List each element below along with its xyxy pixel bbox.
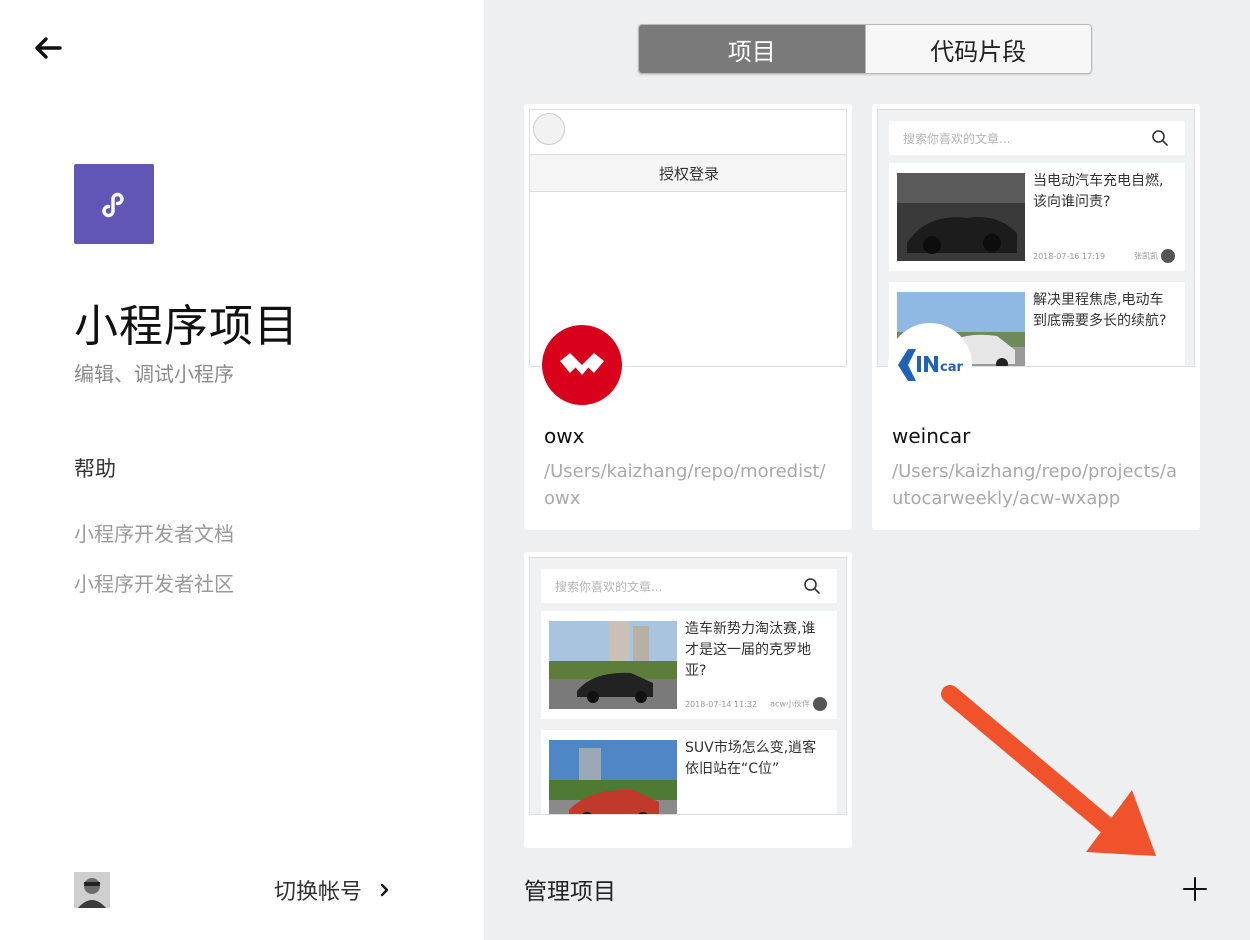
- back-arrow-icon[interactable]: [32, 34, 64, 62]
- project-name: weincar: [892, 424, 971, 448]
- preview-search-placeholder: 搜索你喜欢的文章...: [903, 131, 1011, 146]
- article-meta: 2018-07-14 11:32 acw小伙伴: [685, 697, 827, 711]
- article-title: 造车新势力淘汰赛,谁才是这一届的克罗地亚?: [685, 621, 816, 679]
- mini-program-logo-icon: [74, 164, 154, 244]
- right-panel: 项目 代码片段 授权登录 owx /Users/kaizhang/repo/mo…: [484, 0, 1250, 940]
- owx-logo-icon: [540, 323, 624, 407]
- author-avatar: [1161, 249, 1175, 263]
- article-title: 解决里程焦虑,电动车到底需要多长的续航?: [1033, 292, 1167, 329]
- segmented-control: 项目 代码片段: [638, 24, 1092, 74]
- author-avatar: [813, 697, 827, 711]
- article-date: 2018-07-16 17:19: [1033, 251, 1106, 261]
- preview-search-placeholder: 搜索你喜欢的文章...: [555, 579, 663, 594]
- preview-search-bar: 搜索你喜欢的文章...: [541, 569, 837, 603]
- search-icon: [1152, 130, 1168, 146]
- switch-account-label: 切换帐号: [274, 880, 363, 905]
- project-preview: 搜索你喜欢的文章... 造车新势力淘汰赛,谁才是这一届的克罗地亚? 2018-0…: [529, 557, 847, 815]
- article-date: 2018-07-14 11:32: [685, 699, 758, 709]
- developer-community-link[interactable]: 小程序开发者社区: [74, 568, 234, 597]
- tab-projects[interactable]: 项目: [639, 25, 865, 73]
- project-path: /Users/kaizhang/repo/projects/autocarwee…: [892, 461, 1177, 509]
- page-title: 小程序项目: [74, 301, 299, 352]
- article-title: SUV市场怎么变,逍客依旧站在“C位”: [685, 740, 817, 777]
- search-icon: [804, 578, 820, 594]
- article-thumbnail: [897, 173, 1025, 261]
- preview-article: 当电动汽车充电自燃,该向谁问责? 2018-07-16 17:19 张凯凯: [889, 163, 1185, 271]
- page-subtitle: 编辑、调试小程序: [74, 362, 234, 386]
- project-card-weincar[interactable]: 搜索你喜欢的文章... 当电动汽车充电自燃,该向谁问责? 2018-07-16 …: [872, 104, 1200, 530]
- project-card-owx[interactable]: 授权登录 owx /Users/kaizhang/repo/moredist/o…: [524, 104, 852, 530]
- chevron-right-icon: [380, 883, 389, 897]
- user-avatar: [74, 872, 110, 908]
- preview-search-bar: 搜索你喜欢的文章...: [889, 121, 1185, 155]
- project-name: owx: [544, 424, 585, 448]
- article-author: 张凯凯: [1134, 251, 1158, 261]
- project-path: /Users/kaizhang/repo/moredist/owx: [544, 461, 826, 509]
- article-thumbnail: [549, 740, 677, 814]
- manage-projects-label[interactable]: 管理项目: [524, 872, 616, 906]
- preview-auth-button: 授权登录: [530, 154, 846, 192]
- article-thumbnail: [549, 621, 677, 709]
- tab-code-snippets[interactable]: 代码片段: [864, 25, 1091, 73]
- article-title: 当电动汽车充电自燃,该向谁问责?: [1033, 173, 1164, 210]
- article-author: acw小伙伴: [770, 699, 810, 709]
- switch-account-button[interactable]: 切换帐号: [274, 874, 390, 906]
- preview-article: SUV市场怎么变,逍客依旧站在“C位”: [541, 730, 837, 814]
- project-card-3[interactable]: 搜索你喜欢的文章... 造车新势力淘汰赛,谁才是这一届的克罗地亚? 2018-0…: [524, 552, 852, 848]
- preview-feed: 搜索你喜欢的文章... 造车新势力淘汰赛,谁才是这一届的克罗地亚? 2018-0…: [530, 558, 846, 814]
- plus-icon: [1183, 877, 1207, 901]
- article-meta: 2018-07-16 17:19 张凯凯: [1033, 249, 1175, 263]
- left-panel: 小程序项目 编辑、调试小程序 帮助 小程序开发者文档 小程序开发者社区 切换帐号: [0, 0, 484, 940]
- help-heading: 帮助: [74, 457, 116, 481]
- developer-docs-link[interactable]: 小程序开发者文档: [74, 518, 234, 547]
- svg-text:car: car: [940, 360, 963, 375]
- weincar-logo-icon: car: [888, 323, 972, 407]
- preview-avatar: [533, 113, 565, 145]
- add-project-button[interactable]: [1180, 874, 1210, 904]
- preview-article: 造车新势力淘汰赛,谁才是这一届的克罗地亚? 2018-07-14 11:32 a…: [541, 611, 837, 719]
- annotation-arrow-icon: [941, 685, 1156, 856]
